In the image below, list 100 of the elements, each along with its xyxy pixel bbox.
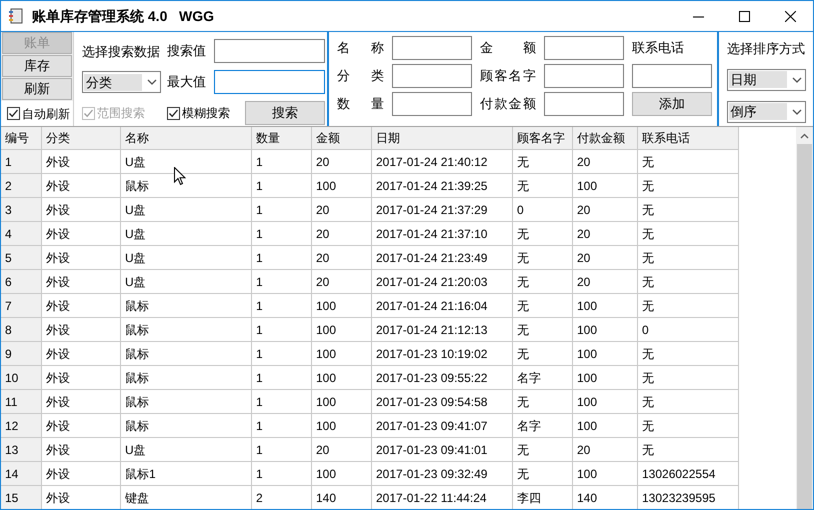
table-cell: 无 — [513, 222, 573, 246]
column-header[interactable]: 编号 — [1, 127, 42, 150]
table-cell: 无 — [513, 462, 573, 486]
table-cell: U盘 — [121, 222, 252, 246]
table-cell: 1 — [252, 222, 312, 246]
input-field[interactable] — [632, 64, 712, 88]
table-cell: 无 — [638, 150, 739, 174]
row-header: 12 — [1, 414, 42, 438]
table-cell: U盘 — [121, 438, 252, 462]
row-header: 13 — [1, 438, 42, 462]
chevron-down-icon — [146, 78, 158, 86]
table-cell: 1 — [252, 174, 312, 198]
row-header: 7 — [1, 294, 42, 318]
input-field[interactable] — [544, 92, 624, 116]
table-cell: 2017-01-24 21:20:03 — [372, 270, 513, 294]
table-cell: 100 — [573, 318, 638, 342]
table-cell: 20 — [573, 222, 638, 246]
window-title: 账单库存管理系统 4.0 WGG — [32, 6, 214, 26]
table-cell: 鼠标 — [121, 390, 252, 414]
table-cell: 100 — [312, 294, 372, 318]
field-select[interactable]: 分类 — [82, 71, 161, 93]
table-cell: 2017-01-24 21:37:29 — [372, 198, 513, 222]
row-header: 10 — [1, 366, 42, 390]
table-cell: 鼠标 — [121, 342, 252, 366]
table-cell: 20 — [573, 270, 638, 294]
input-field[interactable] — [544, 36, 624, 60]
checkmark-icon — [83, 108, 94, 118]
table-cell: 无 — [513, 318, 573, 342]
input-field[interactable] — [392, 64, 472, 88]
table-cell: 外设 — [42, 150, 121, 174]
table-cell: 无 — [638, 414, 739, 438]
table-cell: 20 — [573, 198, 638, 222]
row-header: 4 — [1, 222, 42, 246]
column-header[interactable]: 分类 — [42, 127, 121, 150]
table-cell: 无 — [638, 438, 739, 462]
column-header[interactable]: 金额 — [312, 127, 372, 150]
table-cell: 20 — [312, 150, 372, 174]
phone-label: 联系电话 — [632, 39, 685, 58]
table-cell: 无 — [638, 270, 739, 294]
sort-field-select[interactable]: 日期 — [726, 68, 806, 90]
nav-button[interactable]: 刷新 — [2, 78, 72, 100]
max-value-label: 最大值 — [167, 73, 206, 92]
table-cell: 鼠标 — [121, 294, 252, 318]
table-cell: U盘 — [121, 198, 252, 222]
table-cell: 2017-01-24 21:39:25 — [372, 174, 513, 198]
table-cell: 100 — [573, 174, 638, 198]
table-cell: 20 — [312, 246, 372, 270]
table-cell: 无 — [638, 366, 739, 390]
table-cell: 2017-01-23 09:54:58 — [372, 390, 513, 414]
checkbox[interactable]: 模糊搜索 — [167, 104, 230, 122]
nav-button[interactable]: 库存 — [2, 55, 72, 77]
table-cell: 100 — [573, 342, 638, 366]
column-header[interactable]: 名称 — [121, 127, 252, 150]
input-field[interactable] — [214, 70, 325, 94]
table-cell: 20 — [573, 438, 638, 462]
column-header[interactable]: 数量 — [252, 127, 312, 150]
field-label: 付款金额 — [480, 95, 536, 114]
row-header: 11 — [1, 390, 42, 414]
table-cell: 1 — [252, 390, 312, 414]
table-cell: 无 — [638, 198, 739, 222]
table-cell: U盘 — [121, 270, 252, 294]
ledger-icon — [8, 8, 24, 24]
table-cell: 外设 — [42, 174, 121, 198]
input-field[interactable] — [392, 36, 472, 60]
table-cell: 鼠标 — [121, 174, 252, 198]
scrollbar[interactable] — [796, 127, 813, 509]
table-cell: 1 — [252, 198, 312, 222]
column-header[interactable]: 日期 — [372, 127, 513, 150]
column-header[interactable]: 顾客名字 — [513, 127, 573, 150]
column-header[interactable]: 付款金额 — [573, 127, 638, 150]
table-cell: 2017-01-24 21:16:04 — [372, 294, 513, 318]
column-header[interactable]: 联系电话 — [638, 127, 739, 150]
chevron-down-icon — [790, 108, 802, 116]
table-cell: 无 — [638, 246, 739, 270]
table-cell: U盘 — [121, 150, 252, 174]
scroll-up-icon — [800, 133, 809, 139]
field-label: 数 量 — [337, 95, 384, 114]
table-cell: 2017-01-24 21:12:13 — [372, 318, 513, 342]
input-field[interactable] — [214, 39, 325, 63]
table-cell: 1 — [252, 438, 312, 462]
search-title: 选择搜索数据 — [82, 43, 161, 61]
table-cell: 鼠标 — [121, 414, 252, 438]
table-cell: 外设 — [42, 246, 121, 270]
table-cell: 100 — [312, 342, 372, 366]
table-cell: 100 — [312, 390, 372, 414]
table-cell: 20 — [312, 270, 372, 294]
table-cell: 无 — [513, 270, 573, 294]
field-label: 分 类 — [337, 67, 384, 86]
table-cell: 名字 — [513, 366, 573, 390]
add-button[interactable]: 添加 — [632, 92, 712, 116]
search-button[interactable]: 搜索 — [245, 101, 325, 125]
table-cell: 外设 — [42, 318, 121, 342]
table-cell: 无 — [513, 150, 573, 174]
row-header: 2 — [1, 174, 42, 198]
table-cell: 无 — [513, 174, 573, 198]
table-cell: 无 — [638, 342, 739, 366]
row-header: 3 — [1, 198, 42, 222]
input-field[interactable] — [544, 64, 624, 88]
input-field[interactable] — [392, 92, 472, 116]
sort-order-select[interactable]: 倒序 — [726, 100, 806, 122]
